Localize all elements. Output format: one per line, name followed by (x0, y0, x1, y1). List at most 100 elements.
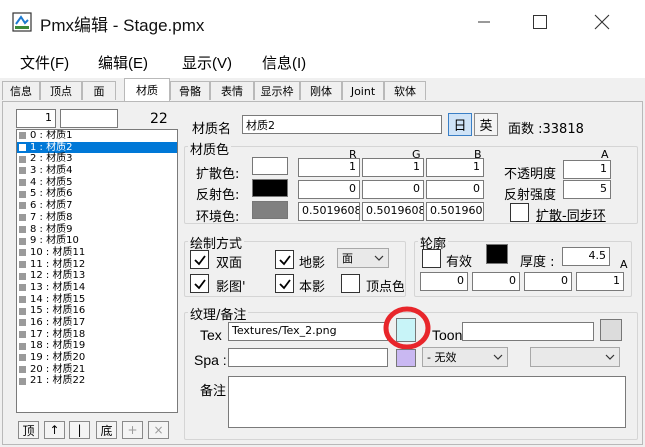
draw-mode-select[interactable]: 面 (337, 248, 389, 268)
spa-preview-swatch[interactable] (396, 349, 416, 367)
specular-color-swatch[interactable] (252, 179, 288, 197)
spa-mode-select[interactable]: - 无效 (422, 347, 508, 367)
check-icon (278, 278, 291, 289)
edge-color-swatch[interactable] (486, 244, 508, 264)
tex-path-input[interactable]: Textures/Tex_2.png (228, 322, 388, 341)
menu-view[interactable]: 显示(V) (182, 52, 232, 73)
material-name-input[interactable]: 材质2 (242, 115, 442, 134)
toon-label: Toon (432, 327, 463, 343)
list-item[interactable]: 7 : 材质8 (17, 212, 177, 224)
material-swatch-icon (19, 307, 26, 315)
self-shadow-checkbox[interactable] (275, 274, 294, 293)
edge-col-a-label: A (620, 258, 628, 271)
memo-textarea[interactable] (228, 376, 626, 428)
opacity-input[interactable]: 1 (563, 160, 611, 179)
tab-rigid-body[interactable]: 刚体 (300, 81, 342, 100)
list-item[interactable]: 18 : 材质19 (17, 340, 177, 352)
lang-en-button[interactable]: 英 (474, 113, 498, 136)
list-item[interactable]: 2 : 材质3 (17, 153, 177, 165)
move-up-button[interactable]: ↑ (44, 421, 65, 439)
specular-power-input[interactable]: 5 (563, 180, 611, 199)
maximize-button[interactable] (520, 8, 560, 36)
ambient-r[interactable]: 0.5019608 (298, 202, 360, 221)
edge-b[interactable]: 0 (524, 272, 572, 291)
menu-file[interactable]: 文件(F) (20, 52, 69, 73)
list-item[interactable]: 5 : 材质6 (17, 188, 177, 200)
move-bottom-button[interactable]: 底 (96, 421, 117, 439)
list-item[interactable]: 3 : 材质4 (17, 165, 177, 177)
specular-r[interactable]: 0 (298, 180, 360, 199)
ground-shadow-checkbox[interactable] (275, 250, 294, 269)
list-item[interactable]: 21 : 材质22 (17, 375, 177, 387)
list-item[interactable]: 6 : 材质7 (17, 200, 177, 212)
specular-g[interactable]: 0 (362, 180, 424, 199)
menu-edit[interactable]: 编辑(E) (98, 52, 148, 73)
chevron-down-icon (605, 354, 615, 360)
list-item[interactable]: 13 : 材质14 (17, 282, 177, 294)
spa-path-input[interactable] (228, 348, 388, 367)
diffuse-b[interactable]: 1 (426, 158, 484, 177)
ambient-b[interactable]: 0.5019608 (426, 202, 484, 221)
minimize-button[interactable] (464, 8, 504, 36)
list-item[interactable]: 4 : 材质5 (17, 177, 177, 189)
list-item[interactable]: 16 : 材质17 (17, 317, 177, 329)
tab-info[interactable]: 信息 (2, 81, 40, 100)
list-item[interactable]: 11 : 材质12 (17, 259, 177, 271)
list-item[interactable]: 17 : 材质18 (17, 329, 177, 341)
list-item[interactable]: 9 : 材质10 (17, 235, 177, 247)
diffuse-r[interactable]: 1 (298, 158, 360, 177)
ambient-color-swatch[interactable] (252, 201, 288, 219)
delete-button[interactable]: × (148, 421, 169, 439)
edge-a[interactable]: 1 (576, 272, 624, 291)
tab-face[interactable]: 面 (82, 81, 116, 100)
face-count-value: 33818 (542, 122, 584, 137)
face-count-label: 面数 :33818 (508, 118, 584, 137)
double-sided-checkbox[interactable] (190, 250, 209, 269)
tab-vertex[interactable]: 顶点 (40, 81, 82, 100)
list-item[interactable]: 1 : 材质2 (17, 141, 177, 154)
list-item[interactable]: 19 : 材质20 (17, 352, 177, 364)
close-button[interactable] (582, 8, 622, 36)
tab-bone[interactable]: 骨骼 (170, 81, 210, 100)
toon-preview-swatch[interactable] (600, 319, 622, 341)
tab-display-frame[interactable]: 显示枠 (254, 81, 300, 100)
list-item-label: 9 : 材质10 (30, 235, 79, 247)
edge-enabled-checkbox[interactable] (422, 249, 441, 268)
list-item[interactable]: 8 : 材质9 (17, 224, 177, 236)
move-top-button[interactable]: 顶 (18, 421, 39, 439)
list-item[interactable]: 15 : 材质16 (17, 305, 177, 317)
sub-texture-select[interactable] (530, 347, 620, 367)
list-item[interactable]: 12 : 材质13 (17, 270, 177, 282)
highlight-circle-icon (383, 306, 431, 350)
vertex-color-checkbox[interactable] (341, 274, 360, 293)
move-down-button[interactable]: | (69, 421, 90, 439)
tab-soft-body[interactable]: 软体 (384, 81, 426, 100)
material-list[interactable]: 0 : 材质1 1 : 材质2 2 : 材质3 3 : 材质4 4 : 材质5 5 : 材… (16, 129, 178, 413)
edge-g[interactable]: 0 (472, 272, 520, 291)
list-item[interactable]: 20 : 材质21 (17, 364, 177, 376)
diffuse-color-swatch[interactable] (252, 157, 288, 175)
specular-b[interactable]: 0 (426, 180, 484, 199)
shadow-map-checkbox[interactable] (190, 274, 209, 293)
edge-thickness-label: 厚度 : (520, 255, 555, 270)
list-item[interactable]: 10 : 材质11 (17, 247, 177, 259)
maximize-icon (533, 15, 547, 29)
ambient-g[interactable]: 0.5019608 (362, 202, 424, 221)
diffuse-g[interactable]: 1 (362, 158, 424, 177)
edge-r[interactable]: 0 (420, 272, 468, 291)
add-button[interactable]: + (122, 421, 143, 439)
sync-checkbox[interactable] (510, 203, 529, 222)
tab-joint[interactable]: Joint (342, 81, 384, 100)
tab-morph[interactable]: 表情 (210, 81, 254, 100)
lang-jp-button[interactable]: 日 (448, 113, 472, 136)
list-item[interactable]: 14 : 材质15 (17, 294, 177, 306)
toon-path-input[interactable] (462, 322, 594, 341)
list-item-label: 17 : 材质18 (30, 328, 86, 340)
index-input[interactable]: 1 (16, 109, 56, 128)
list-item[interactable]: 0 : 材质1 (17, 130, 177, 142)
menu-info[interactable]: 信息(I) (262, 52, 306, 73)
edge-thickness-input[interactable]: 4.5 (562, 247, 610, 266)
search-input[interactable] (60, 109, 118, 128)
list-item-label: 13 : 材质14 (30, 281, 86, 293)
tab-material[interactable]: 材质 (124, 78, 170, 101)
